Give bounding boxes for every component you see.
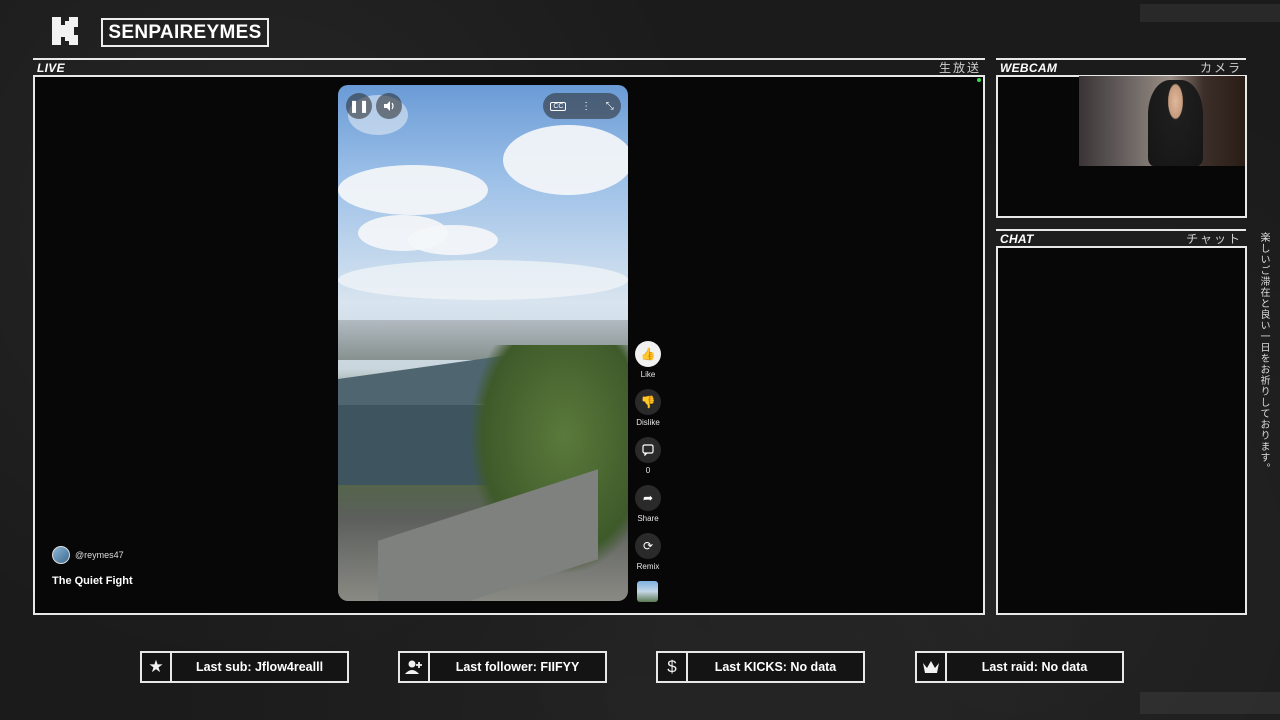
more-vertical-icon[interactable]: ⋮ bbox=[581, 101, 591, 112]
share-icon: ➦ bbox=[642, 491, 654, 505]
chat-panel-jp-title: チャット bbox=[1186, 232, 1242, 246]
last-follower-box: Last follower: FIIFYY bbox=[398, 651, 607, 683]
chat-panel-title: CHAT bbox=[1000, 231, 1034, 246]
star-icon: ★ bbox=[142, 653, 172, 681]
dislike-label: Dislike bbox=[636, 418, 660, 427]
remix-button[interactable]: ⟳ bbox=[635, 533, 661, 559]
video-title: The Quiet Fight bbox=[52, 575, 133, 587]
crown-icon bbox=[917, 653, 947, 681]
vertical-message: 楽しいご滞在と良い一日をお祈りしております。 bbox=[1258, 232, 1269, 474]
last-kicks-box: $ Last KICKS: No data bbox=[656, 651, 865, 683]
last-kicks-label: Last KICKS: No data bbox=[714, 660, 837, 674]
webcam-panel-title: WEBCAM bbox=[1000, 60, 1058, 75]
live-indicator bbox=[977, 78, 981, 82]
like-label: Like bbox=[640, 370, 656, 379]
last-raid-box: Last raid: No data bbox=[915, 651, 1124, 683]
remix-icon: ⟳ bbox=[642, 539, 654, 553]
thumbs-up-icon: 👍 bbox=[640, 347, 656, 361]
thumbs-down-icon: 👎 bbox=[640, 395, 656, 409]
last-sub-box: ★ Last sub: Jflow4realll bbox=[140, 651, 349, 683]
audio-thumbnail[interactable] bbox=[637, 581, 658, 602]
tape-decoration bbox=[1140, 692, 1280, 714]
collapse-icon[interactable]: ⤡ bbox=[606, 101, 614, 112]
kick-logo-icon bbox=[52, 17, 78, 45]
live-panel-title: LIVE bbox=[37, 60, 65, 75]
add-user-icon bbox=[400, 653, 430, 681]
share-label: Share bbox=[637, 514, 659, 523]
volume-icon bbox=[384, 101, 394, 111]
webcam-panel-jp-title: カメラ bbox=[1199, 61, 1242, 75]
creator-handle[interactable]: @reymes47 bbox=[75, 550, 124, 560]
dislike-button[interactable]: 👎 bbox=[635, 389, 661, 415]
channel-name: SENPAIREYMES bbox=[101, 18, 269, 47]
streamer-image bbox=[1148, 80, 1203, 166]
tape-decoration bbox=[1140, 4, 1280, 22]
share-button[interactable]: ➦ bbox=[635, 485, 661, 511]
video-top-controls: CC ⋮ ⤡ bbox=[543, 93, 621, 119]
remix-label: Remix bbox=[636, 562, 660, 571]
creator-avatar[interactable] bbox=[52, 546, 70, 564]
comment-count: 0 bbox=[645, 466, 651, 475]
chat-panel bbox=[996, 246, 1247, 615]
captions-button[interactable]: CC bbox=[550, 101, 567, 111]
last-raid-label: Last raid: No data bbox=[981, 660, 1088, 674]
comment-icon bbox=[642, 444, 654, 456]
comment-button[interactable] bbox=[635, 437, 661, 463]
dollar-icon: $ bbox=[658, 653, 688, 681]
pause-button[interactable]: ❚❚ bbox=[346, 93, 372, 119]
last-sub-label: Last sub: Jflow4realll bbox=[195, 660, 324, 674]
volume-button[interactable] bbox=[376, 93, 402, 119]
pause-icon: ❚❚ bbox=[348, 99, 370, 113]
last-follower-label: Last follower: FIIFYY bbox=[455, 660, 580, 674]
like-button[interactable]: 👍 bbox=[635, 341, 661, 367]
short-video-player[interactable] bbox=[338, 85, 628, 601]
live-panel-jp-title: 生放送 bbox=[938, 61, 981, 75]
